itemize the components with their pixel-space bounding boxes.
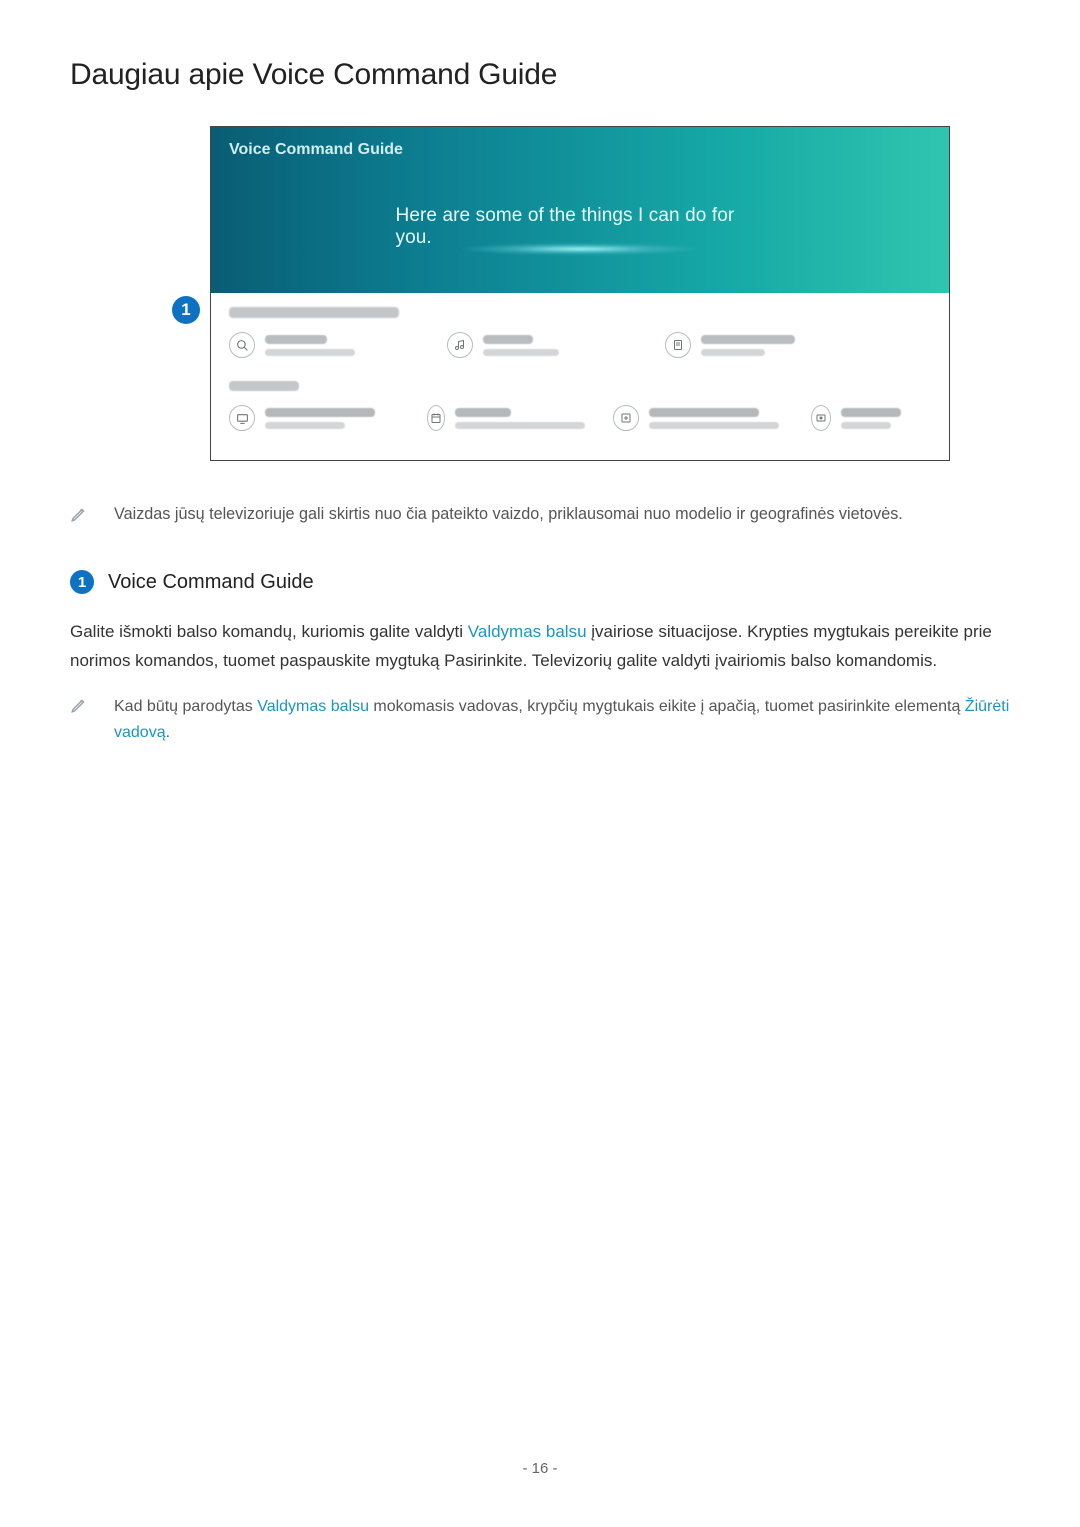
note-text: . [166, 724, 170, 741]
tv-row-1 [229, 332, 939, 358]
tv-card [229, 405, 399, 431]
tv-card [229, 332, 399, 358]
note-text: Kad būtų parodytas [114, 698, 257, 715]
link-valdymas-balsu: Valdymas balsu [468, 622, 587, 641]
pencil-icon [70, 696, 88, 714]
tv-section-recommended [229, 307, 939, 358]
link-valdymas-balsu: Valdymas balsu [257, 698, 369, 715]
tv-screenshot-wrapper: 1 Voice Command Guide Here are some of t… [210, 126, 950, 461]
note-2-text: Kad būtų parodytas Valdymas balsu mokoma… [114, 694, 1010, 745]
music-note-icon [447, 332, 473, 358]
para-text: Galite išmokti balso komandų, kuriomis g… [70, 622, 468, 641]
callout-badge-1: 1 [172, 296, 200, 324]
calendar-icon [427, 405, 445, 431]
record-icon [811, 405, 831, 431]
note-1: Vaizdas jūsų televizoriuje gali skirtis … [70, 503, 1010, 526]
tv-card [665, 332, 835, 358]
tv-card [427, 405, 585, 431]
note-text: mokomasis vadovas, krypčių mygtukais eik… [369, 698, 965, 715]
document-icon [665, 332, 691, 358]
page-number: - 16 - [522, 1460, 557, 1477]
tv-top-gradient: Voice Command Guide Here are some of the… [211, 127, 949, 293]
subheading-row: 1 Voice Command Guide [70, 570, 1010, 594]
add-box-icon [613, 405, 639, 431]
note-2: Kad būtų parodytas Valdymas balsu mokoma… [70, 694, 1010, 745]
subheading-text: Voice Command Guide [108, 571, 314, 594]
tv-section-watch [229, 381, 949, 431]
tv-title: Voice Command Guide [229, 141, 403, 159]
tv-icon [229, 405, 255, 431]
note-1-text: Vaizdas jūsų televizoriuje gali skirtis … [114, 503, 903, 526]
body-paragraph: Galite išmokti balso komandų, kuriomis g… [70, 618, 1010, 676]
tv-bottom-area [211, 293, 949, 461]
tv-screenshot: Voice Command Guide Here are some of the… [210, 126, 950, 461]
page-title: Daugiau apie Voice Command Guide [70, 58, 1010, 92]
pencil-icon [70, 505, 88, 523]
tv-glow-line [460, 243, 700, 255]
blurred-section-label [229, 307, 399, 318]
callout-badge-1-inline: 1 [70, 570, 94, 594]
search-icon [229, 332, 255, 358]
tv-card [613, 405, 783, 431]
tv-card [811, 405, 901, 431]
blurred-section-label [229, 381, 299, 391]
tv-row-2 [229, 405, 949, 431]
tv-card [447, 332, 617, 358]
